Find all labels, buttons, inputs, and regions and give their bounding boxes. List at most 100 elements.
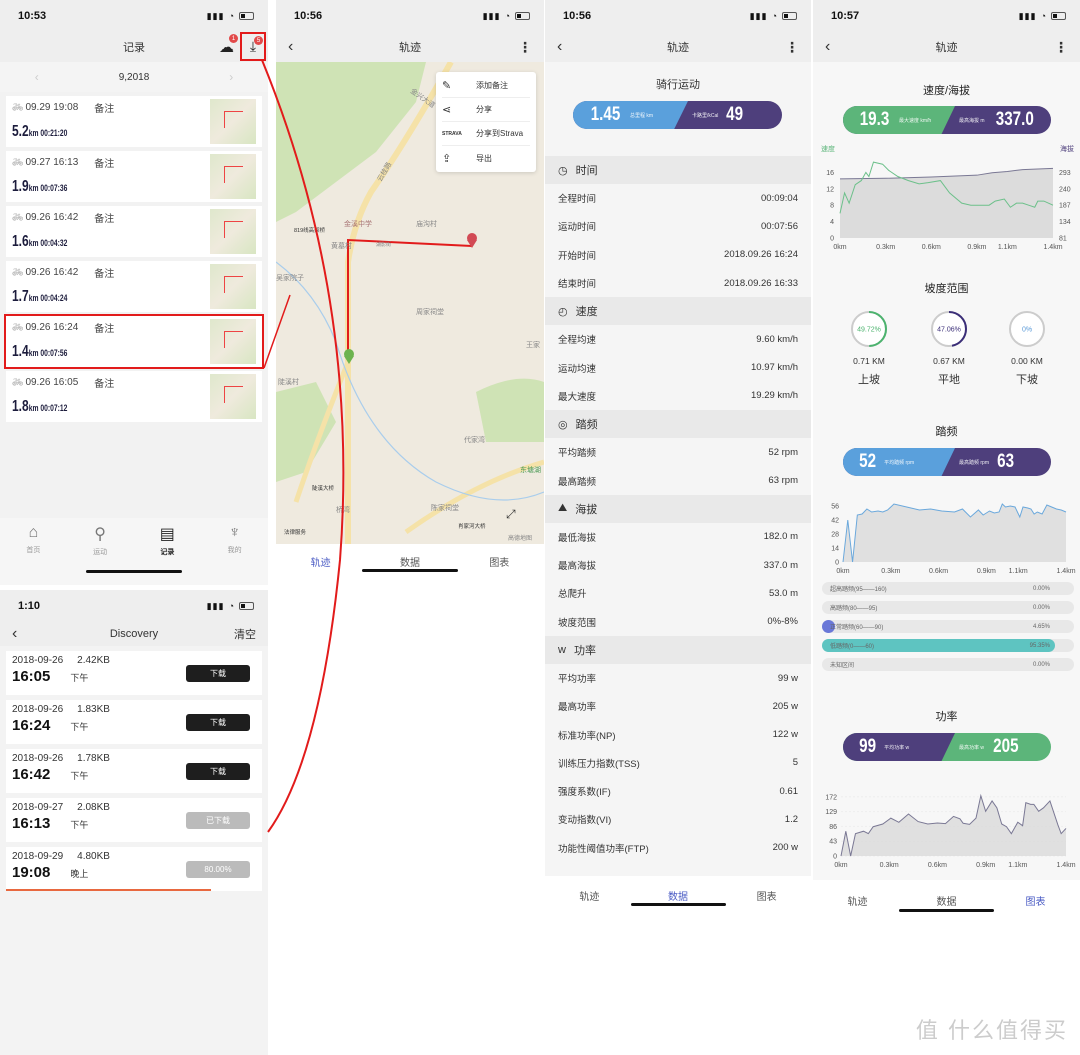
x-tick-label: 0.3km	[876, 244, 895, 250]
data-value: 53.0 m	[768, 587, 798, 599]
status-time: 10:57	[831, 10, 860, 22]
data-row: 开始时间 2018.09.26 16:24	[545, 240, 811, 269]
back-button[interactable]: ‹	[288, 38, 293, 56]
data-value: 52 rpm	[768, 446, 798, 458]
tab-chart[interactable]: 图表	[757, 888, 777, 903]
status-icons: ▮▮▮ ◔	[207, 601, 254, 612]
tab-label: 我的	[227, 547, 242, 554]
record-item[interactable]: 🚲︎ 09.29 19:08 备注 5.2km 00:21:20	[6, 96, 262, 147]
cadence-icon: ◎	[558, 418, 568, 431]
time-value: 16:42	[12, 766, 51, 783]
data-value: 9.60 km/h	[756, 333, 798, 345]
tab-data[interactable]: 数据	[937, 893, 957, 908]
menu-item-add-note[interactable]: ✎ 添加备注	[442, 74, 530, 98]
tab-data[interactable]: 数据	[400, 554, 420, 569]
battery-icon	[239, 12, 254, 20]
distance-value: 1.4	[12, 343, 29, 360]
next-month-button[interactable]: ›	[229, 70, 233, 84]
map-park-area	[476, 378, 544, 442]
home-indicator	[631, 903, 726, 906]
cadence-zone-bar: 低踏频(0——60) 95.35%	[822, 639, 1074, 652]
clear-button[interactable]: 清空	[234, 626, 256, 642]
record-datetime-text: 09.26 16:42	[25, 212, 79, 223]
download-button[interactable]: ⤓ 5	[240, 32, 266, 61]
distance-value: 1.8	[12, 398, 29, 415]
tab-chart[interactable]: 图表	[489, 554, 509, 569]
y-tick-label: 14	[831, 546, 839, 553]
battery-icon	[239, 602, 254, 610]
data-value: 00:09:04	[761, 192, 798, 204]
discovery-item: 2018-09-26 1.78KB 16:42 下午 下载	[6, 749, 262, 793]
tab-label: 运动	[93, 549, 108, 556]
menu-item-share-strava[interactable]: STRAVA 分享到Strava	[442, 122, 530, 146]
map-river	[276, 261, 544, 501]
file-date: 2018-09-27	[12, 802, 64, 813]
tab-home[interactable]: ⌂ 首页	[26, 524, 40, 585]
data-row: 运动均速 10.97 km/h	[545, 353, 811, 382]
y-tick-label: 0	[830, 236, 834, 243]
discovery-navbar: ‹ Discovery 清空	[0, 622, 268, 646]
x-tick-label: 0.9km	[976, 862, 995, 868]
bike-icon: 🚲︎	[12, 102, 24, 112]
record-item[interactable]: 🚲︎ 09.26 16:24 备注 1.4km 00:07:56	[4, 314, 264, 369]
distance-meta: km 00:04:24	[29, 293, 68, 303]
distance-unit: km	[28, 293, 39, 303]
download-button[interactable]: 下载	[186, 763, 250, 780]
cloud-upload-button[interactable]: ☁ 1	[219, 34, 238, 56]
data-label: 功能性阈值功率(FTP)	[558, 843, 649, 855]
bike-icon: 🚲︎	[12, 267, 24, 277]
fullscreen-button[interactable]: ⤢	[506, 507, 516, 522]
record-note: 备注	[94, 379, 115, 390]
download-button[interactable]: 下载	[186, 665, 250, 682]
tab-profile[interactable]: ♆ 我的	[228, 524, 242, 585]
svg-text:金溪中学: 金溪中学	[344, 219, 372, 228]
back-button[interactable]: ‹	[557, 38, 562, 56]
tab-track[interactable]: 轨迹	[311, 554, 331, 569]
tab-sport[interactable]: ⚲ 运动	[93, 524, 107, 585]
cadence-zone-label: 高踏频(80——95)	[830, 606, 878, 612]
data-label: 开始时间	[558, 250, 597, 262]
download-button[interactable]: 下载	[186, 714, 250, 731]
slope-label: 平地	[938, 374, 960, 386]
data-label: 总爬升	[558, 589, 587, 601]
record-distance: 1.9km 00:07:36	[12, 178, 67, 196]
x-tick-label: 0.9km	[967, 244, 986, 250]
distance-meta: km 00:04:32	[29, 238, 68, 248]
back-button[interactable]: ‹	[12, 625, 17, 643]
status-time: 1:10	[18, 600, 41, 612]
record-datetime: 🚲︎ 09.27 16:13	[12, 157, 78, 168]
profile-icon: ♆	[228, 524, 241, 541]
more-menu-button[interactable]: ⋮	[1054, 39, 1068, 56]
back-button[interactable]: ‹	[825, 38, 830, 56]
data-value: 337.0 m	[763, 559, 798, 571]
track-chart-screen: 10:57 ▮▮▮ ◔ ‹ 轨迹 ⋮ 速度/海拔 19.3 最大速度 km/h 最…	[813, 0, 1080, 1055]
tab-records[interactable]: ▤ 记录	[160, 524, 175, 585]
tab-track[interactable]: 轨迹	[579, 888, 599, 903]
download-progress-bar	[6, 889, 211, 891]
menu-item-share[interactable]: ⋖ 分享	[442, 98, 530, 122]
prev-month-button[interactable]: ‹	[35, 70, 39, 84]
y-tick-label: 172	[825, 794, 837, 801]
export-icon: ⇪	[442, 152, 452, 165]
download-progress-status: 80.00%	[186, 861, 250, 878]
tab-track[interactable]: 轨迹	[848, 893, 868, 908]
record-item[interactable]: 🚲︎ 09.26 16:05 备注 1.8km 00:07:12	[6, 371, 262, 422]
tab-chart[interactable]: 图表	[1026, 893, 1046, 908]
page-title: 轨迹	[399, 42, 421, 54]
y2-tick-label: 293	[1059, 170, 1071, 177]
y2-tick-label: 134	[1059, 219, 1071, 226]
cadence-pill: 52 平均踏频 rpm 最高踏频 rpm 63	[843, 448, 1051, 476]
record-item[interactable]: 🚲︎ 09.27 16:13 备注 1.9km 00:07:36	[6, 151, 262, 202]
data-label: 运动时间	[558, 222, 597, 234]
section-title: 海拔	[575, 503, 598, 516]
more-menu-button[interactable]: ⋮	[518, 39, 532, 56]
more-menu-button[interactable]: ⋮	[785, 39, 799, 56]
record-item[interactable]: 🚲︎ 09.26 16:42 备注 1.6km 00:04:32	[6, 206, 262, 257]
record-item[interactable]: 🚲︎ 09.26 16:42 备注 1.7km 00:04:24	[6, 261, 262, 312]
x-tick-label: 1.1km	[998, 244, 1017, 250]
wifi-icon: ◔	[228, 11, 235, 21]
data-value: 205 w	[772, 700, 798, 712]
data-content: 骑行运动 1.45 总里程 km 卡路里/kCal 49 ◷ 时间 全程时间 00:09:…	[545, 62, 811, 876]
tab-data[interactable]: 数据	[668, 888, 688, 903]
menu-item-export[interactable]: ⇪ 导出	[442, 146, 530, 170]
